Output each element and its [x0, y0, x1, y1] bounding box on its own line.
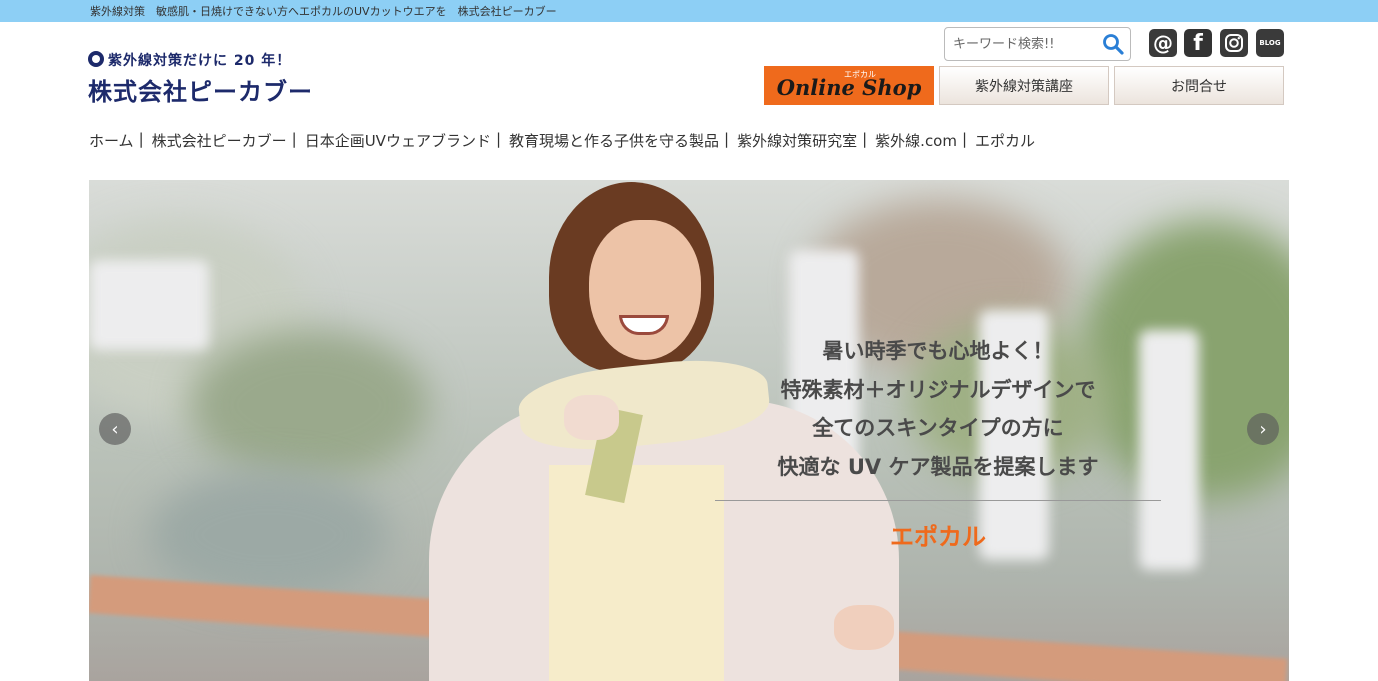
top-info-bar: 紫外線対策 敏感肌・日焼けできない方へエポカルのUVカットウエアを 株式会社ピー… — [0, 0, 1378, 22]
nav-separator: | — [138, 130, 144, 148]
hero-caption: 暑い時季でも心地よく！ 特殊素材＋オリジナルデザインで 全てのスキンタイプの方に… — [715, 332, 1161, 486]
slider-next-arrow-icon[interactable]: › — [1247, 413, 1279, 445]
hero-slider: 暑い時季でも心地よく！ 特殊素材＋オリジナルデザインで 全てのスキンタイプの方に… — [89, 180, 1289, 681]
hero-brand-link[interactable]: エポカル — [715, 517, 1161, 552]
mail-icon[interactable]: @ — [1149, 29, 1177, 57]
blog-glyph: BLOG — [1259, 39, 1281, 47]
nav-item-education-products[interactable]: 教育現場と作る子供を守る製品 — [509, 130, 719, 150]
nav-item-home[interactable]: ホーム — [89, 130, 134, 150]
nav-item-company[interactable]: 株式会社ピーカブー — [152, 130, 287, 150]
search-box — [944, 27, 1131, 61]
nav-item-uv-com[interactable]: 紫外線.com — [875, 130, 957, 150]
slider-prev-arrow-icon[interactable]: ‹ — [99, 413, 131, 445]
top-info-text: 紫外線対策 敏感肌・日焼けできない方へエポカルのUVカットウエアを 株式会社ピー… — [90, 5, 557, 18]
site-logo[interactable]: 紫外線対策だけに 20 年！ 株式会社ピーカブー — [88, 48, 358, 108]
logo-company-name: 株式会社ピーカブー — [88, 78, 313, 106]
mail-glyph: @ — [1153, 31, 1173, 55]
contact-button[interactable]: お問合せ — [1114, 66, 1284, 105]
instagram-icon[interactable] — [1220, 29, 1248, 57]
nav-item-epocal[interactable]: エポカル — [975, 130, 1035, 150]
nav-item-research-lab[interactable]: 紫外線対策研究室 — [737, 130, 857, 150]
hero-caption-line: 快適な UV ケア製品を提案します — [777, 454, 1099, 479]
logo-tagline: 紫外線対策だけに 20 年！ — [108, 53, 292, 69]
nav-separator: | — [961, 130, 968, 148]
facebook-glyph: f — [1193, 30, 1203, 56]
nav-separator: | — [862, 130, 868, 148]
hero-caption-line: 特殊素材＋オリジナルデザインで — [780, 377, 1096, 402]
global-nav: ホーム | 株式会社ピーカブー | 日本企画UVウェアブランド | 教育現場と作… — [89, 130, 1035, 150]
facebook-icon[interactable]: f — [1184, 29, 1212, 57]
prev-glyph: ‹ — [111, 418, 119, 440]
hero-caption-line: 暑い時季でも心地よく！ — [822, 339, 1054, 363]
online-shop-button[interactable]: エポカル Online Shop — [764, 66, 934, 105]
online-shop-sublabel: エポカル — [844, 70, 876, 79]
nav-separator: | — [724, 130, 730, 148]
nav-item-uv-brand[interactable]: 日本企画UVウェアブランド — [305, 130, 491, 150]
logo-mark-icon — [88, 51, 104, 67]
hero-caption-divider — [715, 500, 1161, 501]
nav-separator: | — [495, 130, 502, 148]
hero-caption-line: 全てのスキンタイプの方に — [812, 416, 1064, 441]
nav-separator: | — [291, 130, 297, 148]
next-glyph: › — [1259, 418, 1267, 440]
search-icon[interactable] — [1102, 33, 1124, 55]
search-input[interactable] — [953, 28, 1093, 60]
uv-course-button[interactable]: 紫外線対策講座 — [939, 66, 1109, 105]
blog-icon[interactable]: BLOG — [1256, 29, 1284, 57]
